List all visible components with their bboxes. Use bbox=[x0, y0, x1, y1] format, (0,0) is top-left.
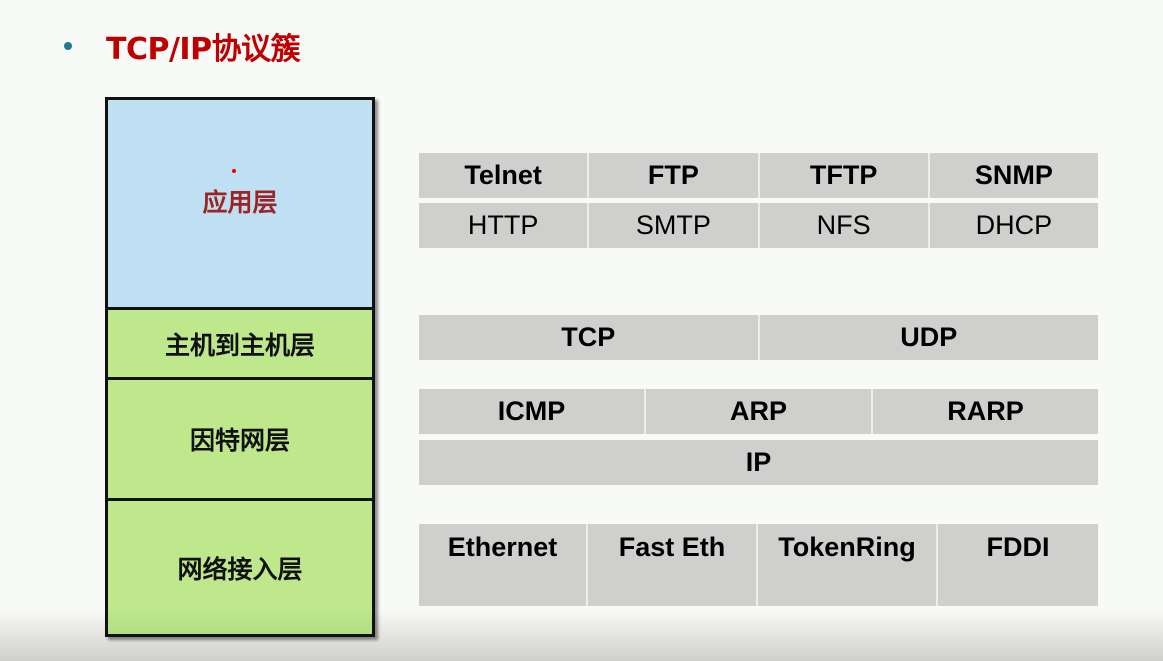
application-protocols-row-2: HTTP SMTP NFS DHCP bbox=[419, 203, 1098, 248]
protocol-cell: Telnet bbox=[419, 153, 590, 198]
protocol-cell: DHCP bbox=[929, 203, 1098, 248]
layer-application: 应用层 bbox=[108, 100, 372, 310]
internet-protocols-row-2: IP bbox=[419, 440, 1098, 485]
layer-host-to-host: 主机到主机层 bbox=[108, 310, 372, 380]
transport-protocols-row: TCP UDP bbox=[419, 315, 1098, 360]
layer-internet: 因特网层 bbox=[108, 380, 372, 501]
protocol-cell: NFS bbox=[759, 203, 930, 248]
red-dot-marker bbox=[232, 169, 236, 173]
slide-title: TCP/IP协议簇 bbox=[106, 32, 301, 67]
application-protocols-row-1: Telnet FTP TFTP SNMP bbox=[419, 153, 1098, 198]
protocol-cell: FTP bbox=[589, 153, 760, 198]
protocol-cell: TFTP bbox=[759, 153, 930, 198]
internet-protocols-row-1: ICMP ARP RARP bbox=[419, 389, 1098, 434]
protocol-cell: IP bbox=[419, 440, 1098, 485]
protocol-cell: UDP bbox=[759, 315, 1098, 360]
network-access-protocols-row: Ethernet Fast Eth TokenRing FDDI bbox=[419, 524, 1098, 606]
layer-label: 网络接入层 bbox=[177, 554, 303, 584]
layer-network-access: 网络接入层 bbox=[108, 501, 372, 634]
protocol-cell: SMTP bbox=[589, 203, 760, 248]
protocol-cell: HTTP bbox=[419, 203, 590, 248]
layer-label: 应用层 bbox=[202, 187, 278, 217]
layer-label: 因特网层 bbox=[189, 426, 290, 455]
protocol-cell: Ethernet bbox=[419, 524, 588, 606]
protocol-cell: TCP bbox=[419, 315, 760, 360]
protocol-cell: FDDI bbox=[938, 524, 1098, 606]
layer-stack: 应用层 主机到主机层 因特网层 网络接入层 bbox=[105, 97, 375, 637]
protocol-cell: RARP bbox=[873, 389, 1098, 434]
protocol-cell: ARP bbox=[646, 389, 873, 434]
protocol-cell: ICMP bbox=[419, 389, 646, 434]
protocol-cell: SNMP bbox=[929, 153, 1098, 198]
layer-label: 主机到主机层 bbox=[164, 330, 315, 360]
protocol-cell: TokenRing bbox=[758, 524, 938, 606]
bullet-icon bbox=[64, 42, 72, 50]
protocol-cell: Fast Eth bbox=[588, 524, 758, 606]
